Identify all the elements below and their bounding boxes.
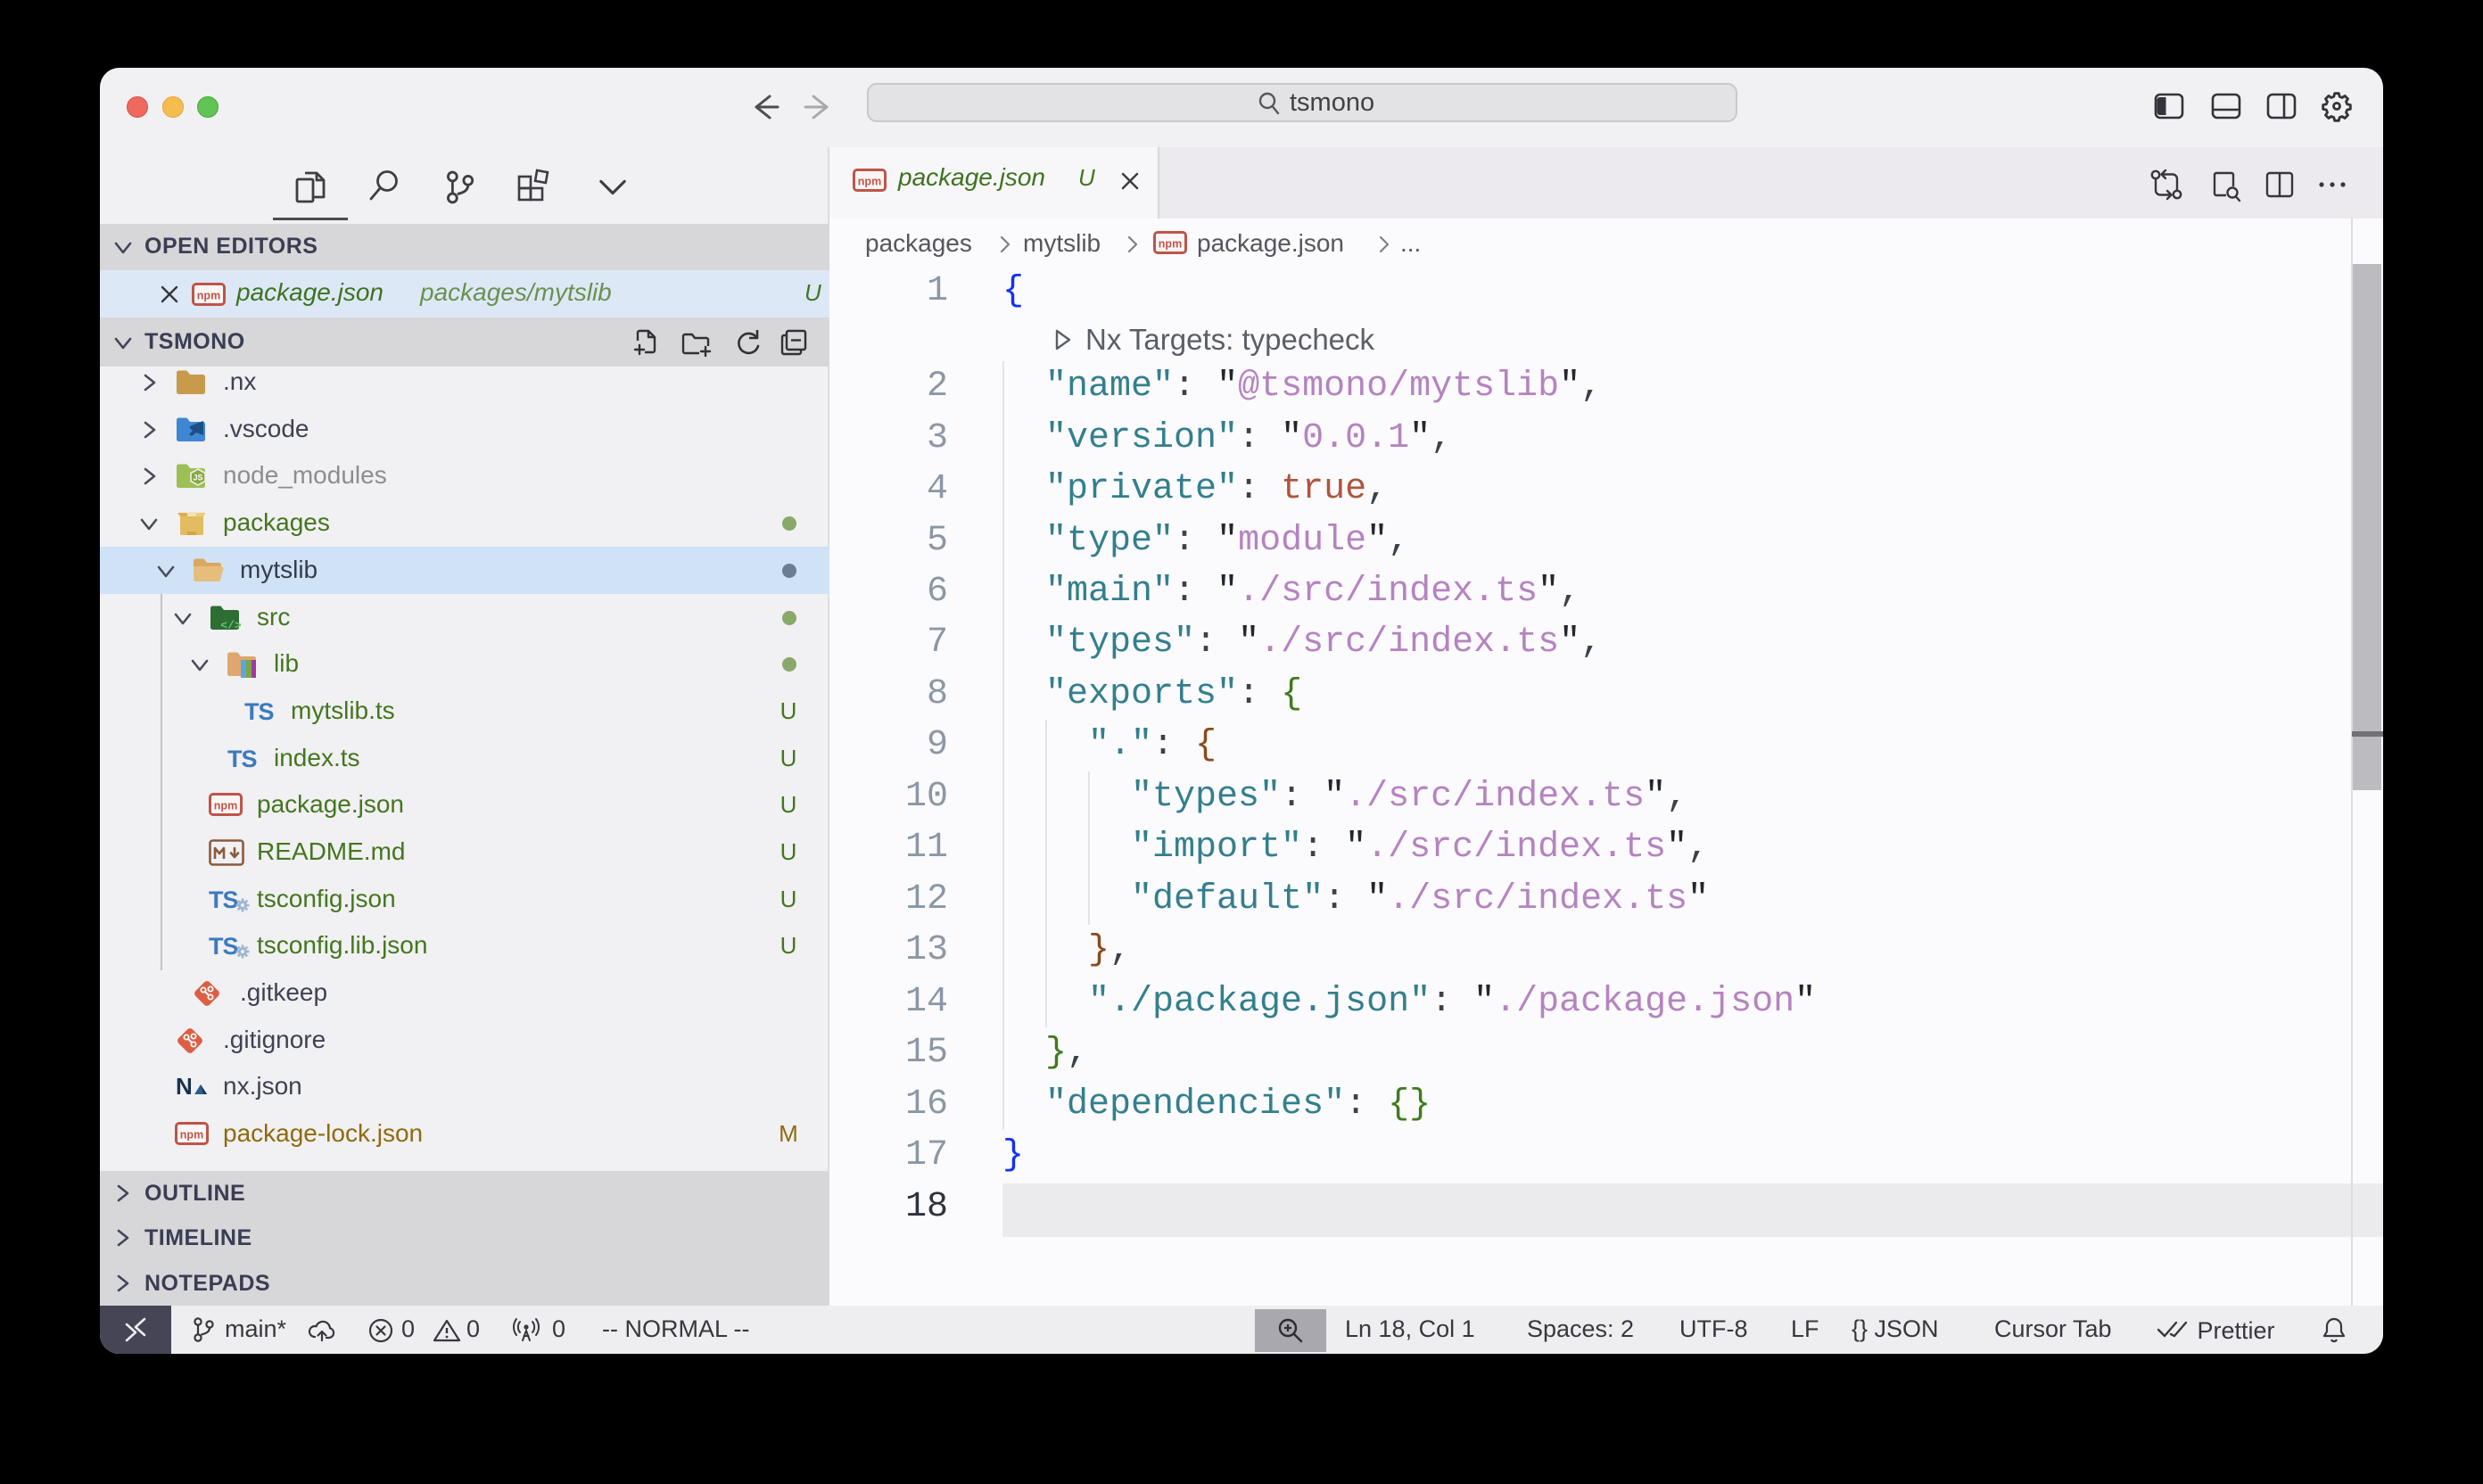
svg-text:npm: npm [1159, 238, 1182, 251]
svg-text:N: N [176, 1073, 193, 1100]
svg-text:</>: </> [220, 619, 242, 632]
svg-text:TS: TS [244, 698, 274, 725]
svg-text:npm: npm [180, 1129, 203, 1142]
svg-text:TS: TS [209, 886, 238, 913]
svg-text:TS: TS [227, 746, 257, 772]
svg-text:JS: JS [193, 474, 202, 482]
svg-text:npm: npm [858, 176, 881, 188]
svg-text:npm: npm [214, 800, 237, 812]
svg-text:TS: TS [209, 933, 238, 960]
svg-text:npm: npm [197, 290, 220, 302]
